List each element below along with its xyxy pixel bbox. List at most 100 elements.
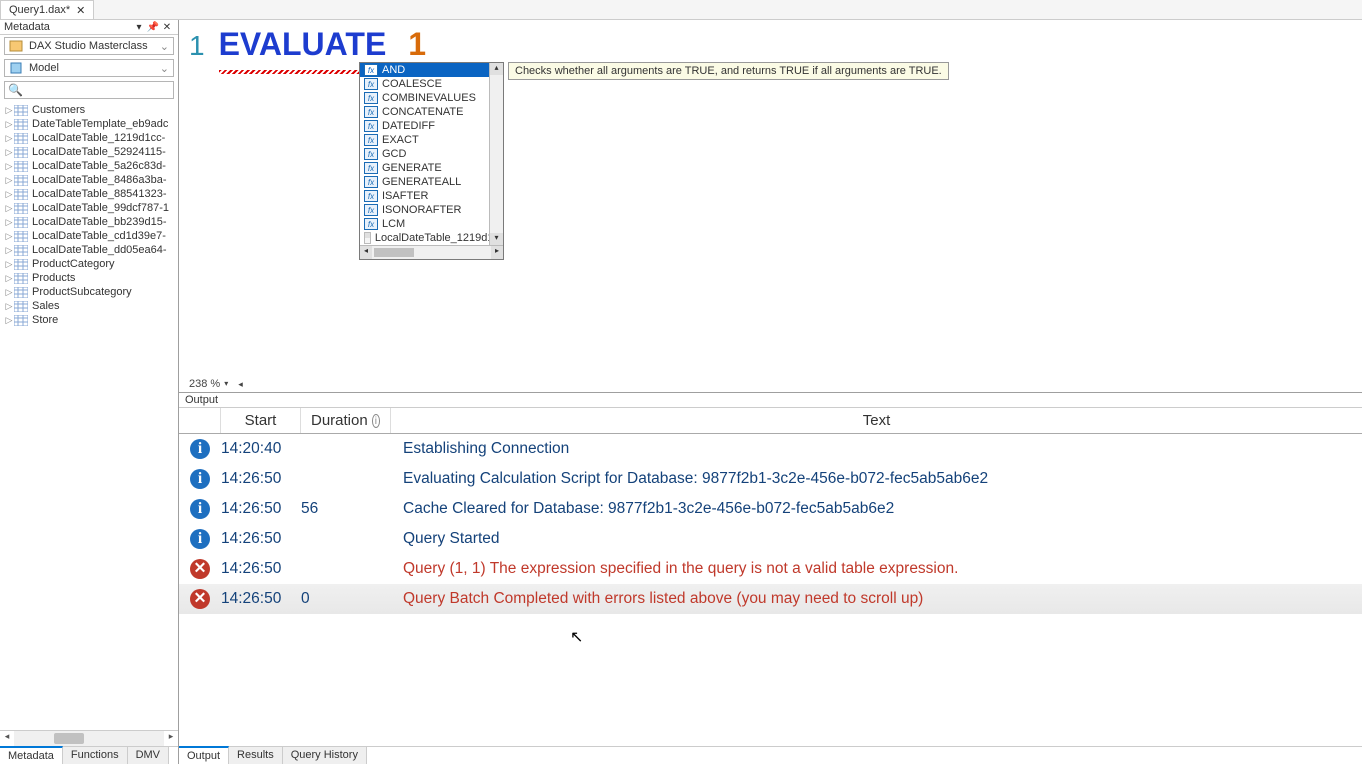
metadata-tab[interactable]: Metadata bbox=[0, 746, 63, 764]
expand-icon[interactable]: ▷ bbox=[4, 259, 14, 270]
intellisense-item[interactable]: fxCOALESCE bbox=[360, 77, 503, 91]
intellisense-item[interactable]: fxGENERATEALL bbox=[360, 175, 503, 189]
intellisense-vscroll[interactable]: ▴▾ bbox=[489, 63, 503, 245]
model-dropdown[interactable]: Model ⌄ bbox=[4, 59, 174, 77]
expand-icon[interactable]: ▷ bbox=[4, 147, 14, 158]
intellisense-popup: fxANDfxCOALESCEfxCOMBINEVALUESfxCONCATEN… bbox=[359, 62, 949, 260]
function-icon: fx bbox=[364, 204, 378, 216]
expand-icon[interactable]: ▷ bbox=[4, 273, 14, 284]
output-row[interactable]: i14:20:40Establishing Connection bbox=[179, 434, 1362, 464]
intellisense-list[interactable]: fxANDfxCOALESCEfxCOMBINEVALUESfxCONCATEN… bbox=[359, 62, 504, 260]
output-tab[interactable]: Output bbox=[179, 746, 229, 764]
chevron-down-icon: ⌄ bbox=[160, 40, 169, 53]
intellisense-item[interactable]: fxISONORAFTER bbox=[360, 203, 503, 217]
row-text: Evaluating Calculation Script for Databa… bbox=[391, 470, 1362, 488]
output-row[interactable]: ✕14:26:50Query (1, 1) The expression spe… bbox=[179, 554, 1362, 584]
output-tabs: OutputResultsQuery History bbox=[179, 746, 1362, 764]
table-label: LocalDateTable_bb239d15- bbox=[32, 216, 167, 228]
table-item[interactable]: ▷LocalDateTable_1219d1cc- bbox=[0, 131, 178, 145]
function-icon: fx bbox=[364, 120, 378, 132]
zoom-value: 238 % bbox=[189, 378, 220, 390]
expand-icon[interactable]: ▷ bbox=[4, 175, 14, 186]
table-item[interactable]: ▷ LocalDateTable_99dcf787-1 bbox=[0, 201, 178, 215]
close-icon[interactable]: ✕ bbox=[160, 22, 174, 33]
table-item[interactable]: ▷ LocalDateTable_bb239d15- bbox=[0, 215, 178, 229]
file-tab-query1[interactable]: Query1.dax* ✕ bbox=[0, 0, 94, 19]
table-item[interactable]: ▷DateTableTemplate_eb9adc bbox=[0, 117, 178, 131]
database-dropdown[interactable]: DAX Studio Masterclass ⌄ bbox=[4, 37, 174, 55]
row-text: Query Started bbox=[391, 530, 1362, 548]
intellisense-item[interactable]: fxISAFTER bbox=[360, 189, 503, 203]
metadata-tab[interactable]: DMV bbox=[128, 747, 169, 764]
expand-icon[interactable]: ▷ bbox=[4, 119, 14, 130]
expand-icon[interactable]: ▷ bbox=[4, 203, 14, 214]
close-icon[interactable]: ✕ bbox=[76, 4, 85, 17]
search-input[interactable] bbox=[25, 84, 170, 96]
expand-icon[interactable]: ▷ bbox=[4, 245, 14, 256]
intellisense-label: GCD bbox=[382, 148, 406, 160]
table-item[interactable]: ▷ LocalDateTable_52924115- bbox=[0, 145, 178, 159]
table-item[interactable]: ▷LocalDateTable_cd1d39e7- bbox=[0, 229, 178, 243]
function-icon: fx bbox=[364, 190, 378, 202]
output-row[interactable]: i14:26:50Query Started bbox=[179, 524, 1362, 554]
intellisense-item[interactable]: fxAND bbox=[360, 63, 503, 77]
expand-icon[interactable]: ▷ bbox=[4, 217, 14, 228]
metadata-tab[interactable]: Functions bbox=[63, 747, 128, 764]
expand-icon[interactable]: ▷ bbox=[4, 301, 14, 312]
zoom-dropdown-icon[interactable]: ▾ bbox=[224, 381, 228, 387]
intellisense-hscroll[interactable]: ◂▸ bbox=[360, 245, 503, 259]
dropdown-icon[interactable]: ▾ bbox=[132, 22, 146, 33]
output-tab[interactable]: Results bbox=[229, 747, 283, 764]
line-number: 1 bbox=[189, 30, 205, 62]
table-item[interactable]: ▷LocalDateTable_88541323- bbox=[0, 187, 178, 201]
output-tab[interactable]: Query History bbox=[283, 747, 367, 764]
table-item[interactable]: ▷ProductCategory bbox=[0, 257, 178, 271]
table-icon bbox=[14, 147, 32, 158]
intellisense-item[interactable]: LocalDateTable_1219d1c bbox=[360, 231, 503, 245]
zoom-indicator[interactable]: 238 % ▾ ◂ bbox=[189, 378, 243, 390]
info-icon: i bbox=[372, 414, 380, 428]
table-item[interactable]: ▷Products bbox=[0, 271, 178, 285]
table-item[interactable]: ▷LocalDateTable_8486a3ba- bbox=[0, 173, 178, 187]
expand-icon[interactable]: ▷ bbox=[4, 105, 14, 116]
table-item[interactable]: ▷ProductSubcategory bbox=[0, 285, 178, 299]
intellisense-item[interactable]: fxDATEDIFF bbox=[360, 119, 503, 133]
output-row[interactable]: ✕14:26:500Query Batch Completed with err… bbox=[179, 584, 1362, 614]
pin-icon[interactable]: 📌 bbox=[146, 22, 160, 33]
expand-icon[interactable]: ▷ bbox=[4, 315, 14, 326]
database-icon bbox=[9, 39, 25, 53]
expand-icon[interactable]: ▷ bbox=[4, 287, 14, 298]
intellisense-item[interactable]: fxGENERATE bbox=[360, 161, 503, 175]
query-editor[interactable]: 1 EVALUATE 1 fxANDfxCOALESCEfxCOMBINEVAL… bbox=[179, 20, 1362, 393]
intellisense-tooltip: Checks whether all arguments are TRUE, a… bbox=[508, 62, 949, 80]
intellisense-item[interactable]: fxLCM bbox=[360, 217, 503, 231]
table-item[interactable]: ▷LocalDateTable_5a26c83d- bbox=[0, 159, 178, 173]
function-icon: fx bbox=[364, 106, 378, 118]
intellisense-item[interactable]: fxEXACT bbox=[360, 133, 503, 147]
intellisense-item[interactable]: fxCONCATENATE bbox=[360, 105, 503, 119]
intellisense-item[interactable]: fxCOMBINEVALUES bbox=[360, 91, 503, 105]
metadata-search[interactable]: 🔍 bbox=[4, 81, 174, 99]
table-item[interactable]: ▷LocalDateTable_dd05ea64- bbox=[0, 243, 178, 257]
col-start[interactable]: Start bbox=[221, 408, 301, 433]
function-icon: fx bbox=[364, 64, 378, 76]
expand-icon[interactable]: ▷ bbox=[4, 133, 14, 144]
scroll-left-icon[interactable]: ◂ bbox=[238, 379, 243, 390]
expand-icon[interactable]: ▷ bbox=[4, 189, 14, 200]
metadata-hscroll[interactable]: ◂▸ bbox=[0, 730, 178, 746]
table-item[interactable]: ▷Customers bbox=[0, 103, 178, 117]
table-label: LocalDateTable_99dcf787-1 bbox=[32, 202, 169, 214]
output-row[interactable]: i14:26:50Evaluating Calculation Script f… bbox=[179, 464, 1362, 494]
table-label: LocalDateTable_52924115- bbox=[32, 146, 166, 158]
chevron-down-icon: ⌄ bbox=[160, 62, 169, 75]
expand-icon[interactable]: ▷ bbox=[4, 231, 14, 242]
intellisense-item[interactable]: fxGCD bbox=[360, 147, 503, 161]
error-icon: ✕ bbox=[179, 559, 221, 579]
table-item[interactable]: ▷Store bbox=[0, 313, 178, 327]
table-item[interactable]: ▷Sales bbox=[0, 299, 178, 313]
table-icon bbox=[14, 161, 32, 172]
col-duration[interactable]: Duration i bbox=[301, 408, 391, 433]
output-row[interactable]: i14:26:5056Cache Cleared for Database: 9… bbox=[179, 494, 1362, 524]
col-text[interactable]: Text bbox=[391, 408, 1362, 433]
expand-icon[interactable]: ▷ bbox=[4, 161, 14, 172]
